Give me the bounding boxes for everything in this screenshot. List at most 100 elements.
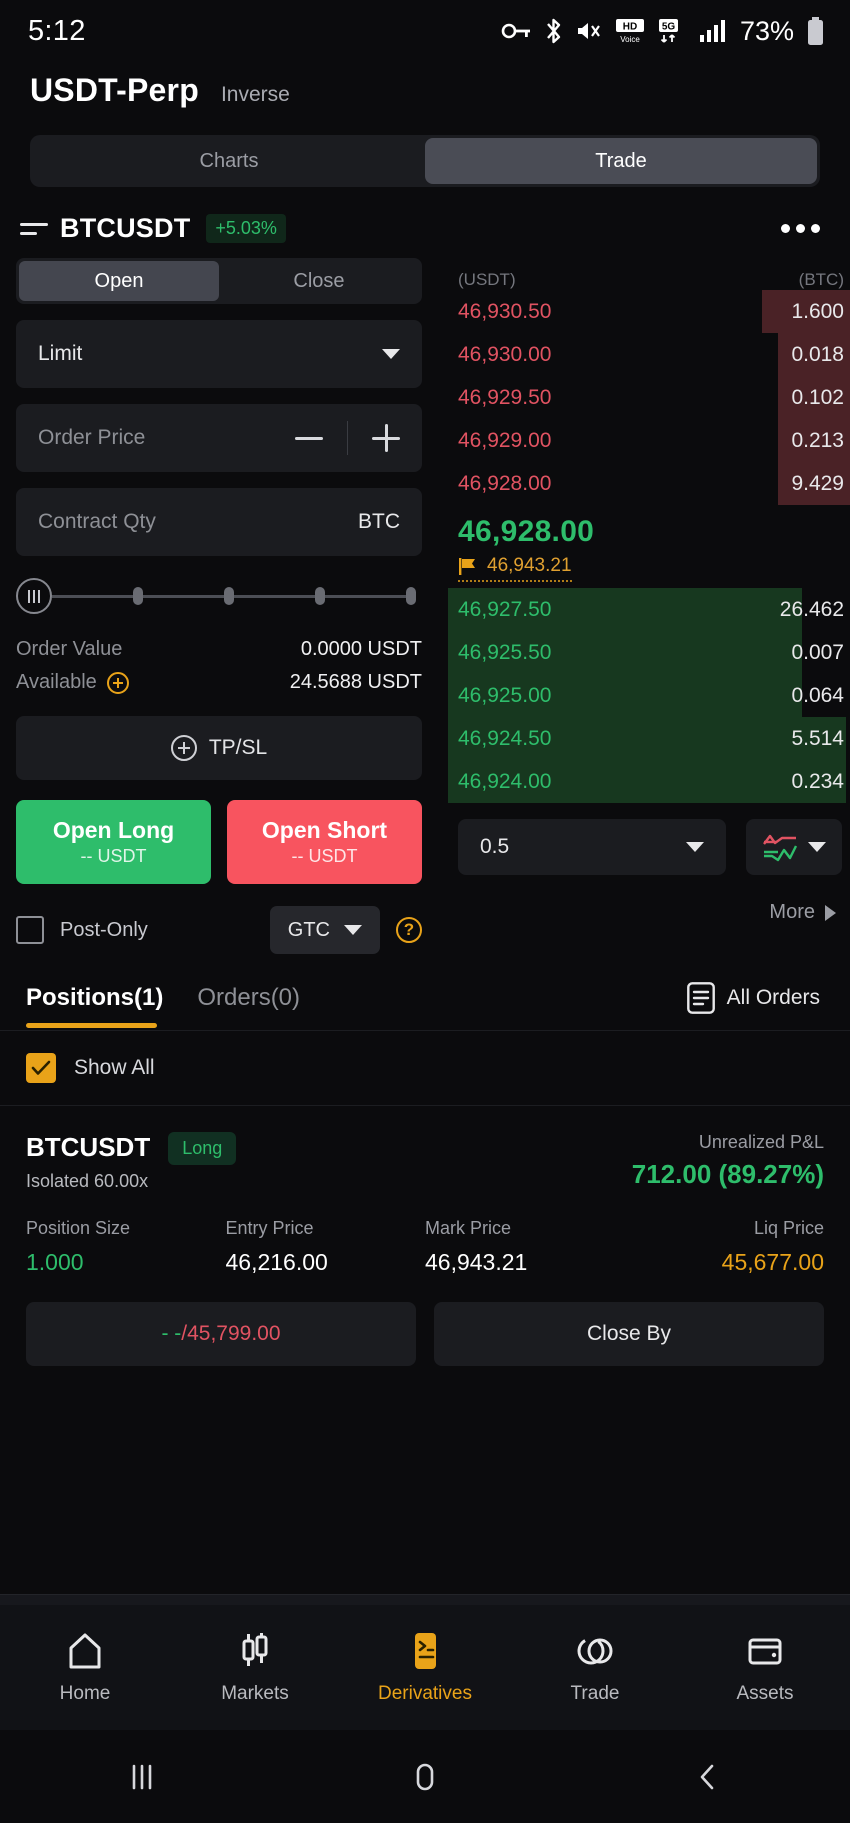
open-short-button[interactable]: Open Short -- USDT	[227, 800, 422, 884]
metric-label: Entry Price	[225, 1218, 314, 1238]
tab-charts[interactable]: Charts	[33, 138, 425, 184]
ask-qty: 0.102	[791, 385, 844, 409]
close-by-label: Close By	[586, 1322, 672, 1345]
orderbook-bid-row[interactable]: 46,924.50 5.514	[448, 717, 850, 760]
instrument-symbol[interactable]: BTCUSDT	[60, 213, 190, 244]
plus-circle-icon	[170, 735, 197, 761]
orderbook-bid-row[interactable]: 46,925.00 0.064	[448, 674, 850, 717]
tab-open[interactable]: Open	[19, 261, 219, 301]
chevron-right-icon	[825, 904, 836, 921]
metric-label: Position Size	[26, 1218, 131, 1238]
depth-view-icon	[763, 834, 798, 862]
open-long-button[interactable]: Open Long -- USDT	[16, 800, 211, 884]
flag-icon	[459, 557, 475, 575]
orderbook-ask-row[interactable]: 46,930.00 0.018	[448, 333, 850, 376]
post-only-checkbox[interactable]	[16, 916, 44, 944]
nav-item-assets[interactable]: Assets	[680, 1631, 850, 1705]
metric-liq-price: Liq Price 45,677.00	[625, 1218, 824, 1276]
mark-price-row[interactable]: 46,943.21	[458, 555, 572, 582]
wallet-icon	[748, 1638, 782, 1664]
slider-tick	[406, 587, 416, 605]
tpsl-label: TP/SL	[208, 736, 268, 759]
orderbook-qty-header: (BTC)	[798, 270, 844, 289]
bid-qty: 26.462	[779, 597, 844, 621]
position-header: BTCUSDT Isolated 60.00x Long Unrealized …	[26, 1132, 824, 1192]
order-value-amount: 0.0000 USDT	[300, 638, 422, 660]
tab-orders[interactable]: Orders(0)	[197, 984, 300, 1028]
svg-text:5G: 5G	[662, 22, 676, 33]
position-pnl-block: Unrealized P&L 712.00 (89.27%)	[632, 1132, 824, 1190]
nav-label: Assets	[736, 1682, 794, 1704]
help-icon[interactable]: ?	[396, 917, 422, 943]
order-options-row: Post-Only GTC ?	[16, 906, 422, 954]
orderbook-more-button[interactable]: More	[448, 875, 850, 924]
nav-item-home[interactable]: Home	[0, 1631, 170, 1705]
page-title-row: USDT-Perp Inverse	[0, 62, 850, 109]
position-card[interactable]: BTCUSDT Isolated 60.00x Long Unrealized …	[0, 1106, 850, 1276]
back-button[interactable]	[567, 1760, 850, 1794]
more-options-icon[interactable]	[781, 224, 820, 233]
ask-qty: 9.429	[791, 471, 844, 495]
order-type-value: Limit	[38, 342, 83, 365]
show-all-row[interactable]: Show All	[0, 1031, 850, 1105]
order-price-field[interactable]: Order Price	[16, 404, 422, 472]
tab-close[interactable]: Close	[219, 261, 419, 301]
bid-price: 46,925.00	[458, 683, 552, 707]
nav-item-markets[interactable]: Markets	[170, 1631, 340, 1705]
slider-track	[325, 594, 406, 598]
home-circle-icon	[416, 1763, 434, 1790]
position-tpsl-button[interactable]: - - /45,799.00	[26, 1302, 416, 1366]
close-by-button[interactable]: Close By	[434, 1302, 824, 1366]
orderbook-bid-row[interactable]: 46,925.50 0.007	[448, 631, 850, 674]
nav-item-derivatives[interactable]: Derivatives	[340, 1631, 510, 1705]
nav-label: Trade	[570, 1682, 620, 1704]
minus-icon[interactable]	[295, 436, 323, 440]
quantity-slider[interactable]	[16, 564, 422, 628]
recents-button[interactable]	[0, 1760, 283, 1794]
order-type-select[interactable]: Limit	[16, 320, 422, 388]
page-title: USDT-Perp	[30, 72, 199, 108]
position-action-buttons: - - /45,799.00 Close By	[0, 1276, 850, 1366]
all-orders-button[interactable]: All Orders	[686, 982, 820, 1030]
contract-qty-unit[interactable]: BTC	[358, 510, 400, 534]
orderbook-ask-row[interactable]: 46,929.00 0.213	[448, 419, 850, 462]
ask-qty: 0.018	[791, 342, 844, 366]
home-button[interactable]	[283, 1760, 566, 1794]
positions-tabs: Positions(1) Orders(0) All Orders	[0, 954, 850, 1030]
more-label: More	[769, 901, 815, 923]
orderbook-layout-select[interactable]	[746, 819, 842, 875]
status-icons: HD Voice 5G 73%	[501, 16, 824, 47]
orderbook-bid-row[interactable]: 46,927.50 26.462	[448, 588, 850, 631]
page-subtitle[interactable]: Inverse	[221, 83, 290, 107]
nav-item-trade[interactable]: Trade	[510, 1631, 680, 1705]
metric-mark-price: Mark Price 46,943.21	[425, 1218, 625, 1276]
tick-size-value: 0.5	[480, 835, 510, 858]
tick-size-select[interactable]: 0.5	[458, 819, 726, 875]
time-in-force-select[interactable]: GTC	[269, 906, 380, 954]
plus-icon[interactable]	[372, 424, 400, 452]
nav-label: Home	[59, 1682, 111, 1704]
slider-tick	[315, 587, 325, 605]
tab-positions[interactable]: Positions(1)	[26, 984, 163, 1028]
chevron-down-icon	[686, 842, 704, 852]
show-all-checkbox[interactable]	[26, 1053, 56, 1083]
bid-qty: 0.234	[791, 769, 844, 793]
metric-position-size: Position Size 1.000	[26, 1218, 226, 1276]
orderbook-ask-row[interactable]: 46,928.00 9.429	[448, 462, 850, 505]
position-symbol: BTCUSDT	[26, 1132, 151, 1162]
contract-qty-field[interactable]: Contract Qty BTC	[16, 488, 422, 556]
position-side-badge: Long	[168, 1132, 237, 1165]
orderbook-ask-row[interactable]: 46,930.50 1.600	[448, 290, 850, 333]
tpsl-button[interactable]: TP/SL	[16, 716, 422, 780]
orderbook-bid-row[interactable]: 46,924.00 0.234	[448, 760, 850, 803]
bid-qty: 0.007	[791, 640, 844, 664]
orderbook-ask-row[interactable]: 46,929.50 0.102	[448, 376, 850, 419]
add-funds-icon[interactable]	[106, 671, 129, 694]
bluetooth-icon	[547, 18, 561, 44]
symbol-list-icon[interactable]	[20, 218, 48, 240]
tab-trade[interactable]: Trade	[425, 138, 817, 184]
chevron-down-icon	[382, 349, 400, 359]
slider-handle[interactable]	[16, 578, 52, 614]
battery-icon	[808, 17, 823, 45]
key-icon	[501, 23, 530, 39]
